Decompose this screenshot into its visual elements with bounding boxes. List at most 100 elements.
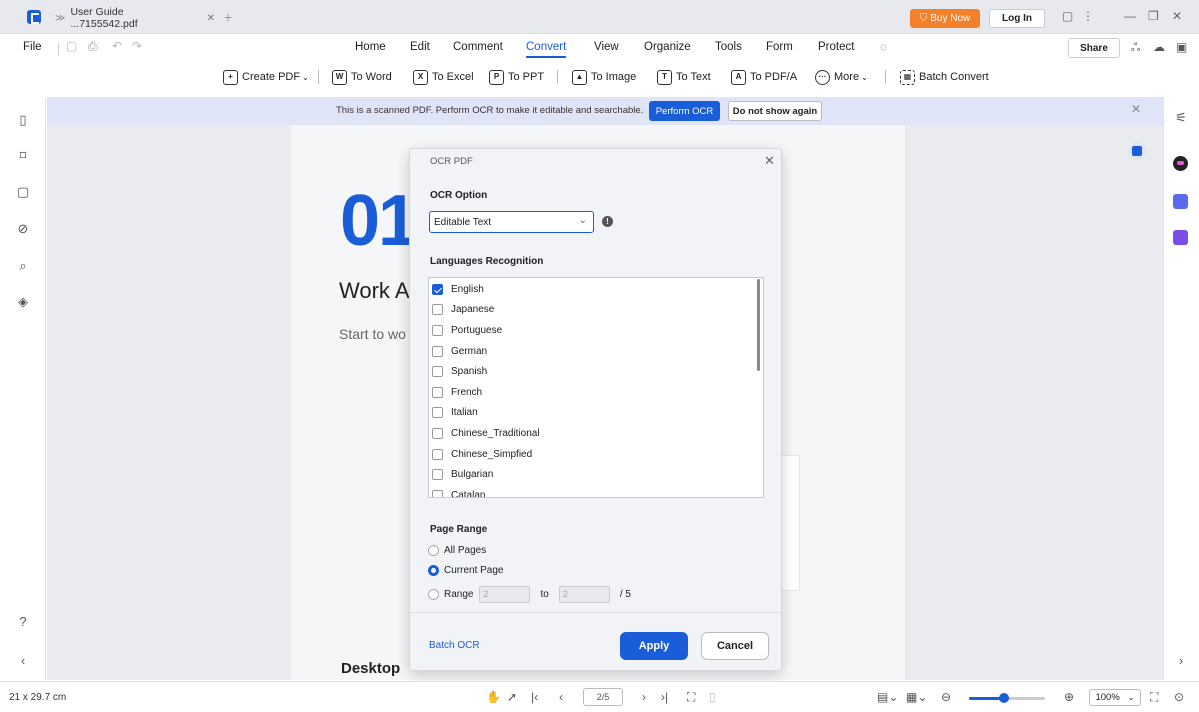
do-not-show-again-button[interactable]: Do not show again [728,101,822,121]
document-tab[interactable]: ≫ User Guide ...7155542.pdf ✕ [55,6,215,30]
language-option[interactable]: German [429,341,763,362]
languages-scrollbar[interactable] [757,279,760,371]
current-page-radio[interactable]: Current Page [428,565,503,576]
undo-icon[interactable]: ↶ [112,39,122,53]
range-from-input[interactable]: 2 [479,586,531,603]
maximize-icon[interactable]: ❐ [1148,9,1159,23]
save-icon[interactable]: ▢ [66,39,77,53]
dialog-close-icon[interactable]: ✕ [764,153,775,169]
to-word-button[interactable]: W To Word [332,67,392,87]
menu-file[interactable]: File [23,41,42,53]
first-page-icon[interactable]: |‹ [531,690,538,704]
language-checkbox[interactable] [432,324,443,336]
menu-comment[interactable]: Comment [453,41,503,53]
info-icon[interactable]: ! [602,216,613,227]
more-button[interactable]: ··· More ⌄ [815,67,868,87]
languages-list[interactable]: English Japanese Portuguese German Spanish Fr… [428,277,764,498]
language-checkbox[interactable] [432,448,443,460]
menu-view[interactable]: View [594,41,619,53]
language-option[interactable]: Chinese_Simpfied [429,444,763,465]
range-to-input[interactable]: 2 [558,586,610,603]
language-checkbox[interactable] [432,304,443,316]
new-tab-icon[interactable]: + [224,9,232,25]
language-option[interactable]: English [429,279,763,300]
minimize-icon[interactable]: — [1124,9,1136,23]
range-radio[interactable]: Range 2 to 2 / 5 [428,586,631,603]
previous-page-icon[interactable]: ‹ [559,690,563,704]
language-checkbox[interactable] [432,283,443,295]
translate-icon[interactable] [1173,194,1188,209]
page-number-input[interactable]: 2/5 [583,688,623,706]
language-option[interactable]: Portuguese [429,320,763,341]
language-option[interactable]: Italian [429,403,763,424]
zoom-slider-handle[interactable] [999,693,1009,703]
menu-convert[interactable]: Convert [526,41,567,58]
language-option[interactable]: Catalan [429,485,763,497]
kebab-menu-icon[interactable]: ⋮ [1082,9,1094,23]
feedback-icon[interactable]: ▢ [1062,9,1073,23]
language-option[interactable]: Spanish [429,361,763,382]
cloud-upload-icon[interactable]: ☁ [1153,40,1165,54]
language-checkbox[interactable] [432,469,443,481]
print-icon[interactable]: ⎙ [88,39,98,54]
language-option[interactable]: Chinese_Traditional [429,423,763,444]
all-pages-radio[interactable]: All Pages [428,545,486,556]
fit-page-icon[interactable]: ⛶ [687,690,695,705]
apply-button[interactable]: Apply [620,632,688,660]
close-window-icon[interactable]: ✕ [1172,9,1182,23]
menu-edit[interactable]: Edit [410,41,430,53]
comment-icon[interactable]: ▢ [15,184,31,200]
language-checkbox[interactable] [432,427,443,439]
batch-convert-button[interactable]: ▦ Batch Convert [900,67,989,87]
people-icon[interactable]: ஃ [1131,40,1140,56]
language-checkbox[interactable] [432,407,443,419]
zoom-in-icon[interactable]: ⊕ [1064,690,1074,704]
language-checkbox[interactable] [432,489,443,497]
zoom-out-icon[interactable]: ⊖ [941,690,951,704]
attachment-icon[interactable]: ⊘ [15,221,31,237]
bookmark-icon[interactable]: ⌑ [15,148,31,164]
side-panel-toggle-icon[interactable] [1128,142,1146,160]
menu-organize[interactable]: Organize [644,41,691,53]
hand-tool-icon[interactable]: ✋ [486,690,501,704]
tab-close-icon[interactable]: ✕ [207,13,215,24]
menu-protect[interactable]: Protect [818,41,854,53]
perform-ocr-button[interactable]: Perform OCR [649,101,720,121]
properties-icon[interactable]: ⚟ [1173,110,1189,126]
batch-ocr-link[interactable]: Batch OCR [429,640,480,651]
ai-rewrite-icon[interactable] [1173,230,1188,245]
to-image-button[interactable]: ▲ To Image [572,67,636,87]
language-checkbox[interactable] [432,366,443,378]
single-page-icon[interactable]: ▯ [709,690,716,704]
redo-icon[interactable]: ↷ [132,39,142,53]
buy-now-button[interactable]: ⛉ Buy Now [910,9,980,28]
language-option[interactable]: Bulgarian [429,464,763,485]
lightbulb-icon[interactable]: ☼ [878,39,889,53]
display-mode-icon[interactable]: ▦⌄ [906,690,927,704]
banner-close-icon[interactable]: ✕ [1131,102,1141,116]
panel-icon[interactable]: ▣ [1176,40,1187,54]
page-layout-icon[interactable]: ▤⌄ [877,690,898,704]
to-excel-button[interactable]: X To Excel [413,67,474,87]
select-tool-icon[interactable]: ➚ [507,690,517,704]
page-thumbnails-icon[interactable]: ▯ [15,112,31,128]
fullscreen-icon[interactable]: ⛶ [1150,690,1158,705]
log-in-button[interactable]: Log In [989,9,1045,28]
help-icon[interactable]: ? [15,614,31,630]
create-pdf-button[interactable]: + Create PDF ⌄ [223,67,309,87]
zoom-select[interactable]: 100% ⌄ [1089,689,1141,706]
menu-form[interactable]: Form [766,41,793,53]
layers-icon[interactable]: ◈ [15,294,31,310]
to-text-button[interactable]: T To Text [657,67,711,87]
language-option[interactable]: Japanese [429,300,763,321]
collapse-right-icon[interactable]: › [1173,653,1189,669]
collapse-left-icon[interactable]: ‹ [15,653,31,669]
last-page-icon[interactable]: ›| [661,690,668,704]
share-button[interactable]: Share [1068,38,1120,58]
language-checkbox[interactable] [432,345,443,357]
ai-assistant-icon[interactable] [1173,156,1188,171]
menu-tools[interactable]: Tools [715,41,742,53]
to-pdfa-button[interactable]: A To PDF/A [731,67,797,87]
language-checkbox[interactable] [432,386,443,398]
rotate-icon[interactable]: ⊙ [1174,690,1184,704]
